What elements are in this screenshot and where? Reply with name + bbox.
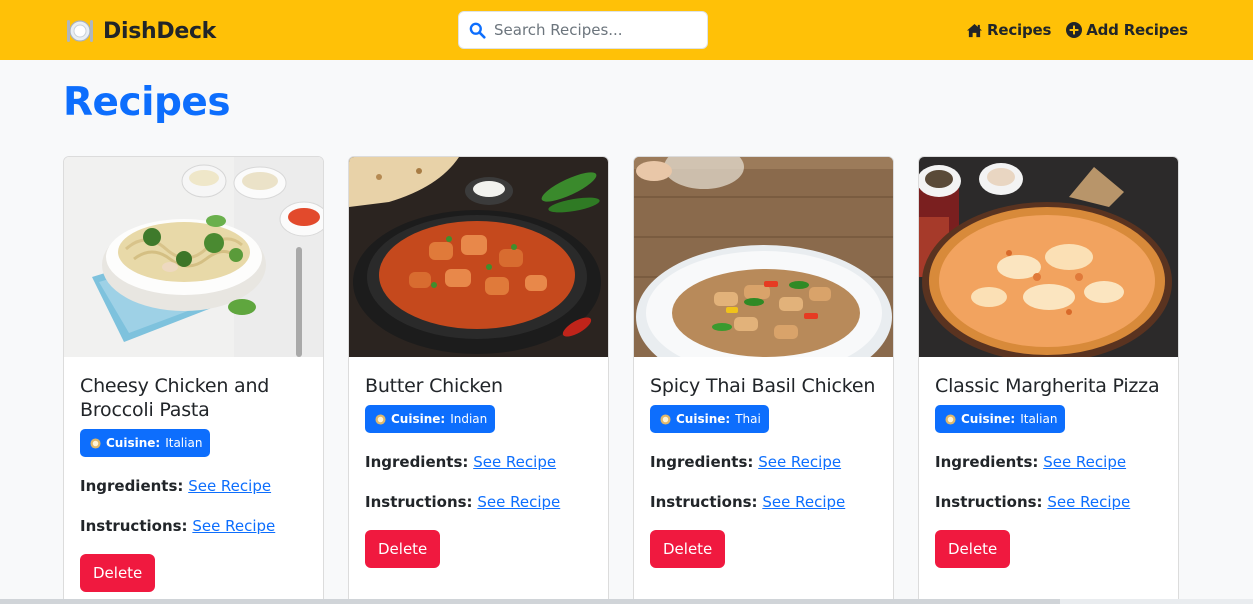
nav-link-add-recipes[interactable]: Add Recipes <box>1066 21 1188 39</box>
instructions-row: Instructions: See Recipe <box>650 491 877 513</box>
ingredients-label: Ingredients: <box>650 453 754 471</box>
nav-link-recipes[interactable]: Recipes <box>966 21 1051 39</box>
card-title: Spicy Thai Basil Chicken <box>650 375 876 397</box>
search-box <box>458 11 708 49</box>
recipe-image-thai-basil-chicken <box>634 157 893 357</box>
search-icon <box>469 22 486 39</box>
ingredients-label: Ingredients: <box>80 477 184 495</box>
nav-links: Recipes Add Recipes <box>966 19 1188 41</box>
cuisine-badge: Cuisine: Thai <box>650 405 769 433</box>
ingredients-label: Ingredients: <box>365 453 469 471</box>
cuisine-value: Thai <box>735 412 761 426</box>
nav-link-add-recipes-label: Add Recipes <box>1086 21 1188 39</box>
card-title: Cheesy Chicken and Broccoli Pasta <box>80 375 270 421</box>
delete-button[interactable]: Delete <box>650 530 726 568</box>
recipe-card: Butter Chicken Cuisine: Indian Ingredien… <box>348 156 609 604</box>
ingredients-link[interactable]: See Recipe <box>758 453 841 471</box>
card-title: Classic Margherita Pizza <box>935 375 1160 397</box>
navbar: DishDeck Recipes Add Recipes <box>0 0 1253 60</box>
cuisine-badge: Cuisine: Italian <box>80 429 211 457</box>
plate-icon <box>90 437 101 449</box>
cuisine-badge: Cuisine: Indian <box>365 405 496 433</box>
card-body: Spicy Thai Basil Chicken Cuisine: Thai I… <box>634 357 893 568</box>
ingredients-row: Ingredients: See Recipe <box>80 475 307 497</box>
plus-circle-icon <box>1066 22 1083 38</box>
ingredients-row: Ingredients: See Recipe <box>365 451 592 473</box>
card-body: Classic Margherita Pizza Cuisine: Italia… <box>919 357 1178 568</box>
cuisine-value: Italian <box>1020 412 1058 426</box>
brand-link[interactable]: DishDeck <box>66 17 216 45</box>
recipe-card: Spicy Thai Basil Chicken Cuisine: Thai I… <box>633 156 894 604</box>
plate-icon <box>67 20 93 42</box>
cuisine-label: Cuisine: <box>961 412 1016 426</box>
cuisine-badge: Cuisine: Italian <box>935 405 1066 433</box>
delete-button[interactable]: Delete <box>935 530 1011 568</box>
ingredients-link[interactable]: See Recipe <box>473 453 556 471</box>
plate-icon <box>660 413 671 425</box>
cuisine-label: Cuisine: <box>676 412 731 426</box>
nav-link-recipes-label: Recipes <box>987 21 1052 39</box>
recipe-card: Cheesy Chicken and Broccoli Pasta Cuisin… <box>63 156 324 604</box>
instructions-label: Instructions: <box>365 493 473 511</box>
instructions-link[interactable]: See Recipe <box>762 493 845 511</box>
instructions-row: Instructions: See Recipe <box>80 515 307 537</box>
instructions-row: Instructions: See Recipe <box>365 491 592 513</box>
ingredients-link[interactable]: See Recipe <box>1043 453 1126 471</box>
ingredients-row: Ingredients: See Recipe <box>935 451 1162 473</box>
scrollbar-thumb[interactable] <box>0 599 1060 604</box>
card-body: Cheesy Chicken and Broccoli Pasta Cuisin… <box>64 357 323 592</box>
ingredients-row: Ingredients: See Recipe <box>650 451 877 473</box>
instructions-label: Instructions: <box>935 493 1043 511</box>
delete-button[interactable]: Delete <box>80 554 156 592</box>
instructions-row: Instructions: See Recipe <box>935 491 1162 513</box>
home-icon <box>967 23 982 37</box>
plate-icon <box>945 413 956 425</box>
cuisine-value: Indian <box>450 412 488 426</box>
recipe-image-butter-chicken <box>349 157 608 357</box>
card-body: Butter Chicken Cuisine: Indian Ingredien… <box>349 357 608 568</box>
recipe-image-pasta <box>64 157 323 357</box>
search-input[interactable] <box>494 21 699 39</box>
recipe-image-pizza <box>919 157 1178 357</box>
cuisine-label: Cuisine: <box>391 412 446 426</box>
instructions-link[interactable]: See Recipe <box>1047 493 1130 511</box>
instructions-link[interactable]: See Recipe <box>477 493 560 511</box>
brand-name: DishDeck <box>103 18 217 44</box>
instructions-label: Instructions: <box>650 493 758 511</box>
horizontal-scrollbar[interactable] <box>0 599 1253 604</box>
recipe-card: Classic Margherita Pizza Cuisine: Italia… <box>918 156 1179 604</box>
cuisine-label: Cuisine: <box>106 436 161 450</box>
card-title: Butter Chicken <box>365 375 503 397</box>
ingredients-label: Ingredients: <box>935 453 1039 471</box>
cuisine-value: Italian <box>165 436 203 450</box>
plate-icon <box>375 413 386 425</box>
instructions-label: Instructions: <box>80 517 188 535</box>
ingredients-link[interactable]: See Recipe <box>188 477 271 495</box>
instructions-link[interactable]: See Recipe <box>192 517 275 535</box>
delete-button[interactable]: Delete <box>365 530 441 568</box>
page-title: Recipes <box>63 80 231 125</box>
